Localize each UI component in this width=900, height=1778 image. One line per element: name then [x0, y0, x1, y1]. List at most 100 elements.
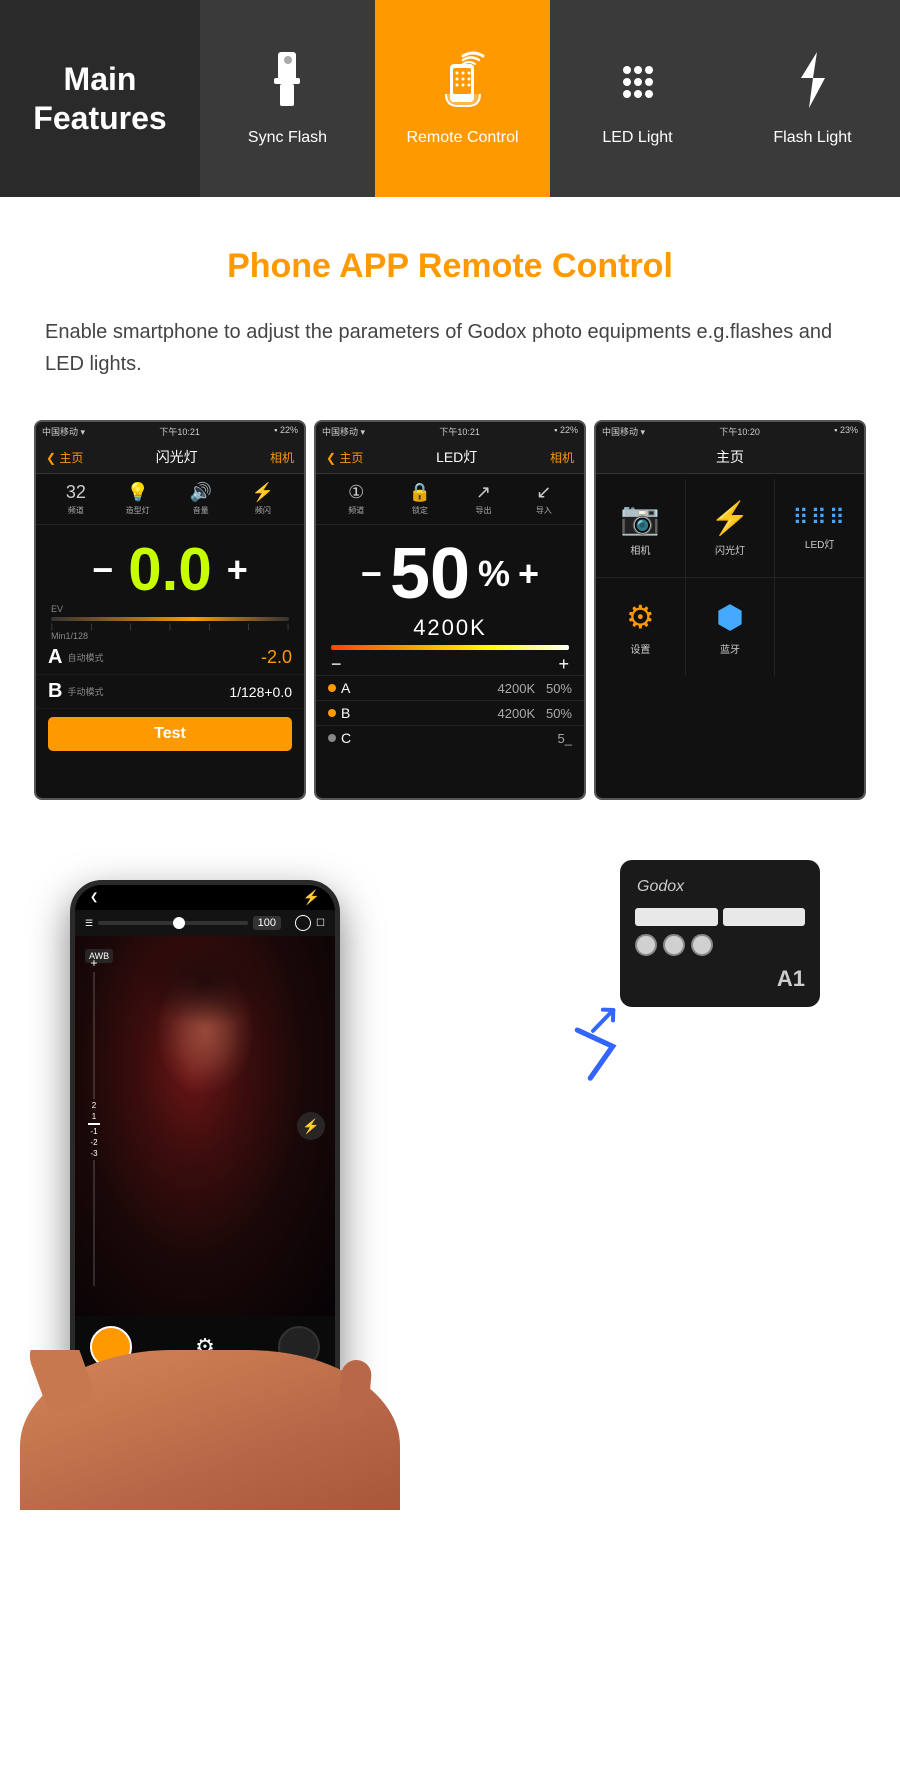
section-title-area: Phone APP Remote Control [0, 197, 900, 306]
tab-sync-flash-label: Sync Flash [248, 129, 327, 147]
screen1-ev-value: 0.0 [128, 535, 211, 604]
app-phone-mockup: ❮ ⚡ ☰ 100 ☐ [70, 880, 340, 1410]
main-features-label: Main Features [0, 60, 200, 137]
screen1-icon-model[interactable]: 💡 造型灯 [126, 482, 150, 516]
screen1-icon-volume[interactable]: 🔊 音量 [189, 482, 211, 516]
screen2-pct: 50 [390, 533, 470, 615]
app-slider[interactable] [98, 921, 248, 925]
thumb-shape [23, 1350, 97, 1416]
app-phone-topbar: ❮ ⚡ [75, 885, 335, 910]
bluetooth-icon-area [554, 1003, 646, 1112]
screen3-title: 主页 [716, 447, 744, 467]
section-title: Phone APP Remote Control [40, 247, 860, 286]
screen2-navbar: ❮ 主页 LED灯 相机 [316, 441, 584, 474]
header-nav: Main Features Sync Flash [0, 0, 900, 197]
screen2-channel-a: A 4200K 50% [316, 675, 584, 700]
screen2-icon-freq[interactable]: ① 频道 [348, 482, 364, 516]
tab-remote-control[interactable]: Remote Control [375, 0, 550, 197]
godox-led-strip-1 [635, 908, 718, 926]
main-features-cell: Main Features [0, 0, 200, 197]
ch-c-values: 5_ [558, 731, 572, 746]
godox-led-dot-2 [663, 934, 685, 956]
screen1-test-button[interactable]: Test [48, 717, 292, 751]
screen1-time: 下午10:21 [159, 425, 200, 438]
ch-a-values: 4200K 50% [498, 681, 572, 696]
ch-b-values: 4200K 50% [498, 706, 572, 721]
screen2-right[interactable]: 相机 [550, 449, 574, 466]
screen1-icon-channel[interactable]: 32 频道 [66, 482, 86, 516]
godox-led-dots-row [635, 934, 805, 956]
screen1-battery: ▪ 22% [274, 425, 298, 438]
app-camera-mode-icon: ☐ [316, 918, 325, 929]
app-control-bar: ☰ 100 ☐ [75, 910, 335, 936]
screen2-title: LED灯 [436, 447, 477, 467]
tab-led-light[interactable]: LED Light [550, 0, 725, 197]
phone-screen-led: 中国移动 ▾ 下午10:21 ▪ 22% ❮ 主页 LED灯 相机 ① 频道 🔒… [314, 420, 586, 800]
camera-icon: 📷 [620, 499, 660, 537]
phone-screen-flash: 中国移动 ▾ 下午10:21 ▪ 22% ❮ 主页 闪光灯 相机 32 频道 💡… [34, 420, 306, 800]
screen1-row-b-value: 1/128+0.0 [229, 684, 292, 700]
screen2-content: 中国移动 ▾ 下午10:21 ▪ 22% ❮ 主页 LED灯 相机 ① 频道 🔒… [316, 422, 584, 798]
flash-light-icon [793, 50, 833, 119]
exposure-bar: + 2 1 -1 -2 -3 [85, 956, 103, 1286]
screen2-icon-lock[interactable]: 🔒 锁定 [409, 482, 431, 516]
ch-a-dot [328, 684, 336, 692]
screen1-row-b: B 手动模式 1/128+0.0 [36, 675, 304, 709]
phone-hand-area: ❮ ⚡ ☰ 100 ☐ [20, 880, 400, 1530]
screen2-back[interactable]: ❮ 主页 [326, 449, 363, 466]
sync-flash-icon [266, 50, 310, 119]
screen1-back[interactable]: ❮ 主页 [46, 449, 83, 466]
tab-led-light-label: LED Light [602, 129, 672, 147]
screenshots-row: 中国移动 ▾ 下午10:21 ▪ 22% ❮ 主页 闪光灯 相机 32 频道 💡… [0, 410, 900, 830]
phone-screen-menu: 中国移动 ▾ 下午10:20 ▪ 23% 主页 📷 相机 ⚡ 闪光灯 ⠿⠿⠿ L… [594, 420, 866, 800]
ch-b-letter: B [341, 705, 350, 721]
tab-sync-flash[interactable]: Sync Flash [200, 0, 375, 197]
ch-c-dot [328, 734, 336, 742]
flash-toggle-icon: ⚡ [302, 1118, 319, 1135]
grid-cell-flash[interactable]: ⚡ 闪光灯 [686, 479, 775, 577]
screen1-ev-label: EV [51, 604, 289, 614]
hand-shape [20, 1350, 400, 1510]
screen1-navbar: ❮ 主页 闪光灯 相机 [36, 441, 304, 474]
screen3-content: 中国移动 ▾ 下午10:20 ▪ 23% 主页 📷 相机 ⚡ 闪光灯 ⠿⠿⠿ L… [596, 422, 864, 798]
screen2-icon-export[interactable]: ↗ 导出 [475, 482, 491, 516]
screen1-carrier: 中国移动 ▾ [42, 425, 85, 438]
finger-shape [337, 1359, 372, 1421]
grid-cell-led[interactable]: ⠿⠿⠿ LED灯 [775, 479, 864, 577]
exp-marker [88, 1123, 100, 1125]
godox-a1-label: A1 [635, 966, 805, 992]
screen2-channel-c: C 5_ [316, 725, 584, 750]
settings-label: 设置 [630, 641, 650, 656]
exp-bar-line [93, 972, 95, 1099]
screen2-status: 中国移动 ▾ 下午10:21 ▪ 22% [316, 422, 584, 441]
screen1-tick-marks: ||||||| [51, 624, 289, 631]
hair-top [135, 936, 275, 1026]
godox-led-strips [635, 908, 805, 926]
flash-toggle[interactable]: ⚡ [297, 1112, 325, 1140]
app-camera-view: AWB + 2 1 -1 -2 -3 ⚡ [75, 936, 335, 1316]
ch-c-letter: C [341, 730, 351, 746]
grid-cell-settings[interactable]: ⚙ 设置 [596, 578, 685, 676]
screen1-icon-strobe[interactable]: ⚡ 频闪 [252, 482, 274, 516]
grid-cell-camera[interactable]: 📷 相机 [596, 479, 685, 577]
app-back-arrow[interactable]: ❮ [90, 892, 98, 903]
app-shutter-value: 100 [253, 916, 281, 930]
led-icon: ⠿⠿⠿ [792, 505, 846, 531]
grid-cell-bluetooth[interactable]: ⬢ 蓝牙 [686, 578, 775, 676]
flash-label: 闪光灯 [715, 542, 745, 557]
godox-device: Godox A1 [620, 860, 840, 1007]
app-timer-icon [295, 915, 311, 931]
godox-led-dot-1 [635, 934, 657, 956]
screen1-right[interactable]: 相机 [270, 449, 294, 466]
svg-text:Godox: Godox [637, 878, 685, 895]
tab-flash-light[interactable]: Flash Light [725, 0, 900, 197]
screen1-big-value: − 0.0 + [36, 525, 304, 604]
bluetooth-label: 蓝牙 [720, 641, 740, 656]
screen2-icon-import[interactable]: ↙ 导入 [536, 482, 552, 516]
screen1-row-a-value: -2.0 [261, 647, 292, 668]
flash-icon: ⚡ [710, 499, 750, 537]
remote-control-icon [438, 50, 488, 119]
godox-device-box: Godox A1 [620, 860, 820, 1007]
screen2-kelvin-pm: − + [331, 654, 569, 675]
nav-tabs: Sync Flash [200, 0, 900, 197]
